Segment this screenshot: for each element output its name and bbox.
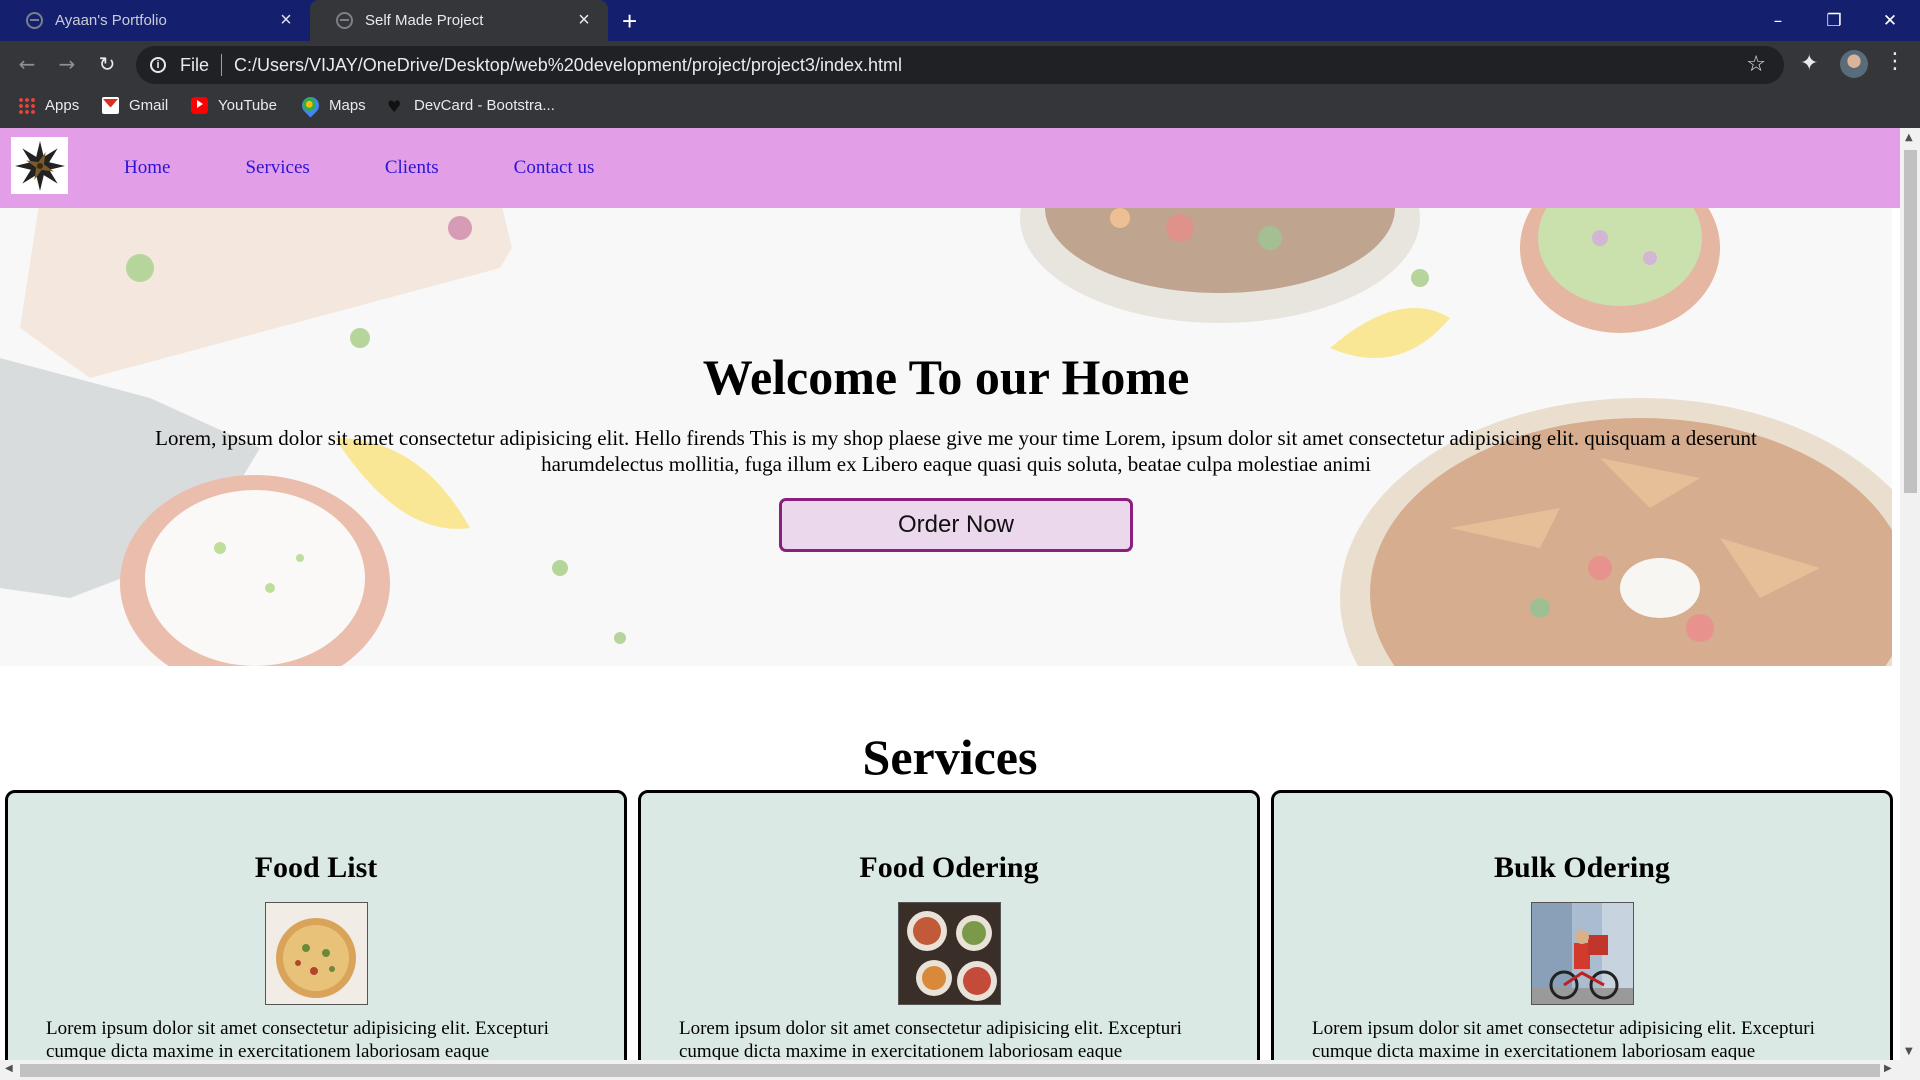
reload-icon[interactable]: ↻: [94, 51, 120, 77]
minimize-icon[interactable]: –: [1750, 0, 1806, 41]
gmail-icon: [102, 96, 119, 114]
hero-title: Welcome To our Home: [702, 349, 1190, 405]
bookmark-gmail[interactable]: Gmail: [102, 88, 168, 122]
close-tab-icon[interactable]: ×: [574, 9, 594, 32]
extensions-icon[interactable]: ✦: [1800, 51, 1818, 76]
horizontal-scroll-thumb[interactable]: [20, 1064, 1880, 1077]
forward-icon[interactable]: →: [54, 51, 80, 77]
page-viewport: Home Services Clients Contact us Welcome…: [0, 128, 1920, 1080]
pizza-image: [265, 902, 368, 1005]
card-text: Lorem ipsum dolor sit amet consectetur a…: [46, 1018, 549, 1062]
hero-section: Welcome To our Home Lorem, ipsum dolor s…: [0, 208, 1892, 666]
nav-link-contact[interactable]: Contact us: [514, 157, 595, 179]
new-tab-icon[interactable]: +: [622, 6, 637, 37]
card-title: Food List: [254, 851, 378, 884]
hero-text: Lorem, ipsum dolor sit amet consectetur …: [155, 426, 1757, 476]
profile-avatar[interactable]: [1840, 50, 1868, 78]
globe-icon: [336, 12, 353, 29]
site-logo[interactable]: [11, 137, 68, 194]
restore-icon[interactable]: ❐: [1806, 0, 1862, 41]
maps-icon: [298, 92, 323, 118]
close-window-icon[interactable]: ✕: [1862, 0, 1918, 41]
nav-links: Home Services Clients Contact us: [124, 128, 669, 208]
scroll-up-icon[interactable]: ▲: [1905, 132, 1913, 143]
bookmark-apps[interactable]: Apps: [18, 88, 79, 122]
heart-icon: ♥: [387, 96, 402, 116]
apps-grid-icon: [18, 96, 35, 114]
close-tab-icon[interactable]: ×: [276, 9, 296, 32]
bookmark-label: YouTube: [218, 96, 277, 114]
horizontal-scrollbar[interactable]: ◀ ▶: [0, 1060, 1900, 1080]
scroll-down-icon[interactable]: ▼: [1905, 1046, 1913, 1057]
tab-strip: Ayaan's Portfolio × Self Made Project × …: [0, 0, 1920, 41]
browser-toolbar: ← → ↻ i File C:/Users/VIJAY/OneDrive/Des…: [0, 41, 1920, 88]
vertical-scrollbar[interactable]: ▲ ▼: [1900, 128, 1920, 1080]
tab-portfolio[interactable]: Ayaan's Portfolio ×: [0, 0, 310, 41]
info-icon[interactable]: i: [150, 57, 166, 73]
nav-link-home[interactable]: Home: [124, 157, 170, 179]
kebab-menu-icon[interactable]: ⋮: [1884, 49, 1906, 74]
order-now-button[interactable]: Order Now: [779, 498, 1133, 552]
back-icon[interactable]: ←: [14, 51, 40, 77]
card-title: Bulk Odering: [1494, 851, 1670, 884]
bookmark-youtube[interactable]: YouTube: [191, 88, 277, 122]
nav-link-clients[interactable]: Clients: [385, 157, 439, 179]
bookmark-label: Maps: [329, 96, 366, 114]
nav-link-services[interactable]: Services: [245, 157, 309, 179]
card-title: Food Odering: [859, 851, 1039, 884]
bookmarks-bar: Apps Gmail YouTube Maps ♥ DevCard - Boot…: [0, 88, 1920, 128]
service-card-food-ordering: Food Odering Lorem ipsum dolor sit amet …: [638, 790, 1260, 1080]
youtube-icon: [191, 96, 208, 114]
scroll-right-icon[interactable]: ▶: [1884, 1063, 1892, 1074]
card-text: Lorem ipsum dolor sit amet consectetur a…: [679, 1018, 1182, 1062]
scroll-left-icon[interactable]: ◀: [5, 1063, 13, 1074]
bookmark-label: Gmail: [129, 96, 169, 114]
bookmark-label: Apps: [45, 96, 80, 114]
tab-title: Self Made Project: [365, 12, 484, 29]
bookmark-devcard[interactable]: ♥ DevCard - Bootstra...: [387, 88, 555, 122]
delivery-cyclist-image: [1531, 902, 1634, 1005]
service-card-food-list: Food List Lorem ipsum dolor sit amet con…: [5, 790, 627, 1080]
bookmark-label: DevCard - Bootstra...: [414, 96, 555, 114]
bowls-image: [898, 902, 1001, 1005]
bookmark-maps[interactable]: Maps: [298, 88, 366, 122]
url-text[interactable]: C:/Users/VIJAY/OneDrive/Desktop/web%20de…: [234, 55, 902, 76]
scheme-label: File: [180, 54, 210, 75]
globe-icon: [26, 12, 43, 29]
site-navbar: Home Services Clients Contact us: [0, 128, 1900, 208]
tab-self-made-project[interactable]: Self Made Project ×: [310, 0, 608, 41]
vertical-scroll-thumb[interactable]: [1904, 150, 1917, 493]
card-text: Lorem ipsum dolor sit amet consectetur a…: [1312, 1018, 1815, 1062]
service-card-bulk-ordering: Bulk Odering Lorem ipsum dolor sit amet …: [1271, 790, 1893, 1080]
tab-title: Ayaan's Portfolio: [55, 12, 167, 29]
bookmark-star-icon[interactable]: ☆: [1746, 52, 1766, 77]
divider: [221, 54, 223, 76]
star-anise-logo-icon: [14, 140, 65, 191]
address-bar[interactable]: i File C:/Users/VIJAY/OneDrive/Desktop/w…: [136, 46, 1784, 84]
services-title: Services: [862, 729, 1038, 785]
